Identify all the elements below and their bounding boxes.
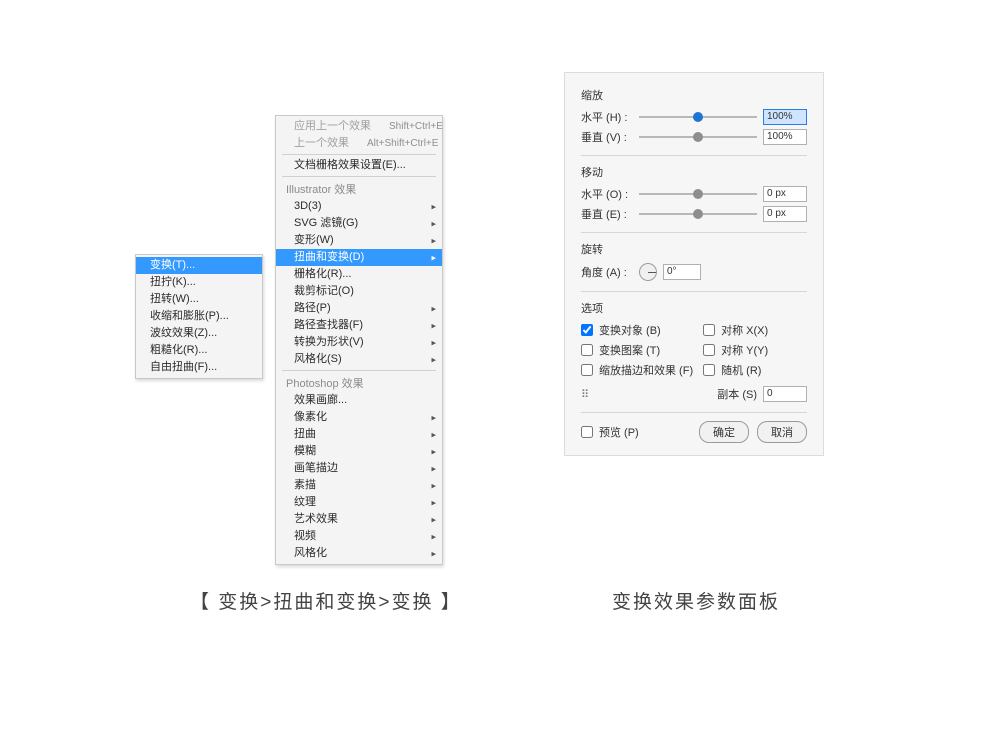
section-illustrator: Illustrator 效果	[276, 179, 442, 198]
scale-h-slider[interactable]	[639, 116, 757, 118]
chevron-right-icon: ▸	[431, 478, 436, 493]
cb-reflect-y[interactable]: 对称 Y(Y)	[703, 342, 807, 358]
move-v-label: 垂直 (E) :	[581, 206, 633, 222]
move-group: 移动 水平 (O) : 0 px 垂直 (E) : 0 px	[581, 164, 807, 222]
menu-item-texture[interactable]: 纹理▸	[276, 494, 442, 511]
menu-item-brush-strokes[interactable]: 画笔描边▸	[276, 460, 442, 477]
caption-left: 【 变换>扭曲和变换>变换 】	[190, 587, 462, 614]
separator	[282, 176, 436, 177]
options-header: 选项	[581, 300, 807, 316]
menu-item-artistic[interactable]: 艺术效果▸	[276, 511, 442, 528]
chevron-right-icon: ▸	[431, 233, 436, 248]
menu-item-convert-shape[interactable]: 转换为形状(V)▸	[276, 334, 442, 351]
anchor-grid-icon[interactable]: ⠿	[581, 388, 591, 401]
move-h-slider[interactable]	[639, 193, 757, 195]
shortcut: Alt+Shift+Ctrl+E	[367, 136, 438, 151]
menu-item-warp[interactable]: 变形(W)▸	[276, 232, 442, 249]
menu-item-free-distort[interactable]: 自由扭曲(F)...	[136, 359, 262, 376]
scale-v-value[interactable]: 100%	[763, 129, 807, 145]
cb-preview[interactable]: 预览 (P)	[581, 424, 639, 440]
chevron-right-icon: ▸	[431, 318, 436, 333]
menu-item-video[interactable]: 视频▸	[276, 528, 442, 545]
menu-item-rasterize[interactable]: 栅格化(R)...	[276, 266, 442, 283]
scale-h-label: 水平 (H) :	[581, 109, 633, 125]
separator	[581, 232, 807, 233]
menu-item-apply-last: 应用上一个效果 Shift+Ctrl+E	[276, 118, 442, 135]
chevron-right-icon: ▸	[431, 352, 436, 367]
chevron-right-icon: ▸	[431, 546, 436, 561]
rotate-label: 角度 (A) :	[581, 264, 633, 280]
menu-item-twist[interactable]: 扭拧(K)...	[136, 274, 262, 291]
menu-item-stylize-ps[interactable]: 风格化▸	[276, 545, 442, 562]
menu-item-path[interactable]: 路径(P)▸	[276, 300, 442, 317]
chevron-right-icon: ▸	[431, 512, 436, 527]
move-v-slider[interactable]	[639, 213, 757, 215]
chevron-right-icon: ▸	[431, 427, 436, 442]
move-v-value[interactable]: 0 px	[763, 206, 807, 222]
menu-item-svg-filters[interactable]: SVG 滤镜(G)▸	[276, 215, 442, 232]
chevron-right-icon: ▸	[431, 335, 436, 350]
rotate-group: 旋转 角度 (A) : 0°	[581, 241, 807, 281]
chevron-right-icon: ▸	[431, 461, 436, 476]
cancel-button[interactable]: 取消	[757, 421, 807, 443]
menu-item-distort-transform[interactable]: 扭曲和变换(D)▸	[276, 249, 442, 266]
menu-item-stylize-ill[interactable]: 风格化(S)▸	[276, 351, 442, 368]
ok-button[interactable]: 确定	[699, 421, 749, 443]
chevron-right-icon: ▸	[431, 301, 436, 316]
transform-submenu[interactable]: 变换(T)... 扭拧(K)... 扭转(W)... 收缩和膨胀(P)... 波…	[135, 254, 263, 379]
scale-header: 缩放	[581, 87, 807, 103]
cb-reflect-x[interactable]: 对称 X(X)	[703, 322, 807, 338]
menu-item-crop-marks[interactable]: 裁剪标记(O)	[276, 283, 442, 300]
menu-item-blur[interactable]: 模糊▸	[276, 443, 442, 460]
copies-label: 副本 (S)	[717, 386, 757, 402]
chevron-right-icon: ▸	[431, 410, 436, 425]
move-header: 移动	[581, 164, 807, 180]
rotate-value[interactable]: 0°	[663, 264, 701, 280]
scale-v-label: 垂直 (V) :	[581, 129, 633, 145]
cb-random[interactable]: 随机 (R)	[703, 362, 807, 378]
label: 应用上一个效果	[294, 119, 371, 134]
menu-item-doc-raster[interactable]: 文档栅格效果设置(E)...	[276, 157, 442, 174]
separator	[282, 154, 436, 155]
menu-item-3d[interactable]: 3D(3)▸	[276, 198, 442, 215]
shortcut: Shift+Ctrl+E	[389, 119, 443, 134]
chevron-right-icon: ▸	[431, 444, 436, 459]
section-photoshop: Photoshop 效果	[276, 373, 442, 392]
menu-item-twirl[interactable]: 扭转(W)...	[136, 291, 262, 308]
chevron-right-icon: ▸	[431, 250, 436, 265]
separator	[581, 155, 807, 156]
angle-dial[interactable]	[639, 263, 657, 281]
chevron-right-icon: ▸	[431, 199, 436, 214]
effects-menu[interactable]: 应用上一个效果 Shift+Ctrl+E 上一个效果 Alt+Shift+Ctr…	[275, 115, 443, 565]
scale-h-value[interactable]: 100%	[763, 109, 807, 125]
chevron-right-icon: ▸	[431, 529, 436, 544]
menu-item-effect-gallery[interactable]: 效果画廊...	[276, 392, 442, 409]
cb-transform-objects[interactable]: 变换对象 (B)	[581, 322, 693, 338]
label: 上一个效果	[294, 136, 349, 151]
transform-effect-dialog: 缩放 水平 (H) : 100% 垂直 (V) : 100% 移动 水平 (O)…	[564, 72, 824, 456]
menu-item-sketch[interactable]: 素描▸	[276, 477, 442, 494]
cb-transform-patterns[interactable]: 变换图案 (T)	[581, 342, 693, 358]
move-h-label: 水平 (O) :	[581, 186, 633, 202]
move-h-value[interactable]: 0 px	[763, 186, 807, 202]
separator	[581, 291, 807, 292]
menu-item-zigzag[interactable]: 波纹效果(Z)...	[136, 325, 262, 342]
chevron-right-icon: ▸	[431, 216, 436, 231]
rotate-header: 旋转	[581, 241, 807, 257]
menu-item-transform[interactable]: 变换(T)...	[136, 257, 262, 274]
chevron-right-icon: ▸	[431, 495, 436, 510]
menu-item-pucker-bloat[interactable]: 收缩和膨胀(P)...	[136, 308, 262, 325]
cb-scale-strokes[interactable]: 缩放描边和效果 (F)	[581, 362, 693, 378]
scale-v-slider[interactable]	[639, 136, 757, 138]
menu-item-distort-ps[interactable]: 扭曲▸	[276, 426, 442, 443]
menu-item-roughen[interactable]: 粗糙化(R)...	[136, 342, 262, 359]
separator	[282, 370, 436, 371]
menu-item-pixelate[interactable]: 像素化▸	[276, 409, 442, 426]
menu-item-pathfinder[interactable]: 路径查找器(F)▸	[276, 317, 442, 334]
scale-group: 缩放 水平 (H) : 100% 垂直 (V) : 100%	[581, 87, 807, 145]
caption-right: 变换效果参数面板	[612, 587, 780, 614]
options-group: 选项 变换对象 (B) 对称 X(X) 变换图案 (T) 对称 Y(Y) 缩放描…	[581, 300, 807, 402]
menu-item-last-effect: 上一个效果 Alt+Shift+Ctrl+E	[276, 135, 442, 152]
copies-value[interactable]: 0	[763, 386, 807, 402]
